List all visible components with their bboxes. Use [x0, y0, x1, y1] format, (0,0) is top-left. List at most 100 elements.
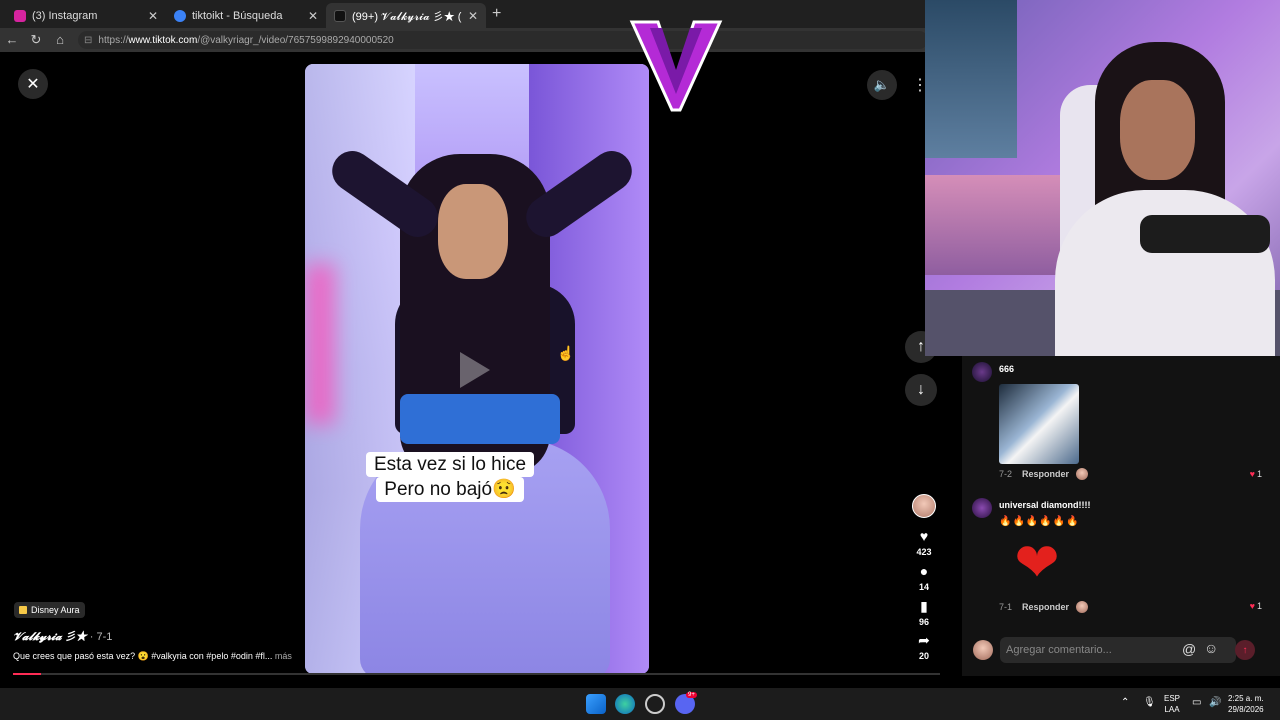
close-button[interactable]: ✕ [18, 69, 48, 99]
heart-icon: ♥ [919, 528, 929, 544]
share-count: 20 [918, 651, 929, 661]
author-name[interactable]: 𝓥𝓪𝓵𝓴𝔂𝓻𝓲𝓪 彡★ [13, 631, 87, 643]
caption-line-2: Pero no bajó😟 [376, 477, 524, 502]
reply-button[interactable]: Responder [1022, 469, 1069, 479]
video-caption: Esta vez si lo hice Pero no bajó😟 [359, 452, 541, 502]
tiktok-icon [334, 9, 346, 22]
video-figure [305, 143, 649, 304]
webcam-background [925, 0, 1017, 158]
send-button[interactable]: ↑ [1235, 640, 1255, 660]
post-date: · 7-1 [89, 631, 113, 643]
play-icon[interactable] [460, 352, 490, 388]
mouse-cursor-icon: ☝ [557, 345, 575, 361]
url-host: www.tiktok.com [128, 34, 198, 46]
obs-icon[interactable] [645, 694, 665, 714]
volume-icon[interactable]: 🔊 [1209, 697, 1221, 708]
home-icon[interactable]: ⌂ [52, 32, 68, 47]
close-icon: ✕ [26, 76, 40, 93]
save-button[interactable]: ▮ 96 [904, 598, 944, 627]
like-count: 423 [916, 547, 932, 557]
close-tab-icon[interactable]: ✕ [468, 9, 478, 23]
description-text: Que crees que pasó esta vez? 😮 #valkyria… [13, 651, 273, 661]
comment-like-count: 1 [1256, 469, 1262, 479]
comment-icon: ● [919, 563, 929, 579]
comment-button[interactable]: ● 14 [904, 563, 944, 592]
author-line: 𝓥𝓪𝓵𝓴𝔂𝓻𝓲𝓪 彡★ · 7-1 [13, 628, 112, 644]
speaker-icon: 🔈 [873, 77, 891, 92]
heart-icon: ♥ [1249, 469, 1255, 479]
tab-bing-search[interactable]: tiktoikt - Búsqueda ✕ [166, 3, 326, 28]
edge-browser-icon[interactable] [615, 694, 635, 714]
progress-fill [13, 673, 41, 675]
url-field[interactable]: ⊟ https:// www.tiktok.com /@valkyriagr_/… [78, 31, 928, 49]
new-tab-icon[interactable]: + [492, 5, 501, 23]
mention-icon[interactable]: @ [1182, 641, 1196, 657]
tab-label: (3) Instagram [32, 9, 98, 22]
comments-panel: 666 7-2 Responder ♥ 1 universal diamond!!… [962, 356, 1280, 676]
network-icon[interactable]: ▭ [1192, 697, 1201, 708]
windows-start-icon[interactable] [586, 694, 606, 714]
close-tab-icon[interactable]: ✕ [308, 9, 318, 23]
more-link[interactable]: más [275, 651, 292, 661]
keyboard-layout: LAA [1164, 705, 1180, 714]
close-tab-icon[interactable]: ✕ [148, 9, 158, 23]
language-indicator[interactable]: ESP LAA [1164, 693, 1180, 715]
url-prefix: https:// [98, 34, 129, 46]
comment-placeholder: Agregar comentario... [1006, 644, 1112, 656]
instagram-icon [14, 9, 26, 22]
tab-label: (99+) 𝓥𝓪𝓵𝓴𝔂𝓻𝓲𝓪 彡★ (@valkyriagr [352, 10, 462, 23]
tab-label: tiktoikt - Búsqueda [192, 9, 283, 22]
reload-icon[interactable]: ↻ [28, 32, 44, 48]
creator-avatar[interactable] [912, 494, 936, 518]
music-tag[interactable]: Disney Aura [14, 602, 85, 618]
comment-like-button[interactable]: ♥ 1 [1250, 601, 1262, 611]
comment-like-count: 1 [1256, 601, 1262, 611]
arrow-up-icon: ↑ [1242, 644, 1248, 656]
comment-user[interactable]: universal diamond!!!! [999, 500, 1091, 510]
like-button[interactable]: ♥ 423 [904, 528, 944, 557]
language-code: ESP [1164, 694, 1181, 703]
comment-date: 7-2 [999, 469, 1013, 479]
clock[interactable]: 2:25 a. m. 29/8/2026 [1228, 693, 1264, 715]
post-description: Que crees que pasó esta vez? 😮 #valkyria… [13, 651, 333, 662]
tab-instagram[interactable]: (3) Instagram ✕ [6, 3, 166, 28]
bookmark-icon: ▮ [920, 598, 928, 614]
comment-user[interactable]: 666 [999, 364, 1014, 374]
next-video-button[interactable]: ↓ [905, 374, 937, 406]
comment-meta: 7-2 Responder [999, 468, 1089, 480]
commenter-avatar[interactable] [972, 362, 992, 382]
heart-sticker-icon: ❤ [1014, 532, 1060, 593]
commenter-avatar[interactable] [972, 498, 992, 518]
webcam-background [925, 175, 1070, 275]
emoji-icon[interactable]: ☺ [1204, 640, 1218, 656]
tab-tiktok[interactable]: (99+) 𝓥𝓪𝓵𝓴𝔂𝓻𝓲𝓪 彡★ (@valkyriagr ✕ [326, 3, 486, 28]
chevron-up-icon[interactable]: ⌃ [1121, 697, 1129, 708]
comment-like-button[interactable]: ♥ 1 [1250, 469, 1262, 479]
share-icon: ➦ [918, 632, 930, 648]
microphone-icon[interactable]: 🎙 [1143, 697, 1156, 708]
creator-liked-avatar [1076, 601, 1089, 613]
share-button[interactable]: ➦ 20 [904, 632, 944, 661]
volume-button[interactable]: 🔈 [867, 70, 897, 100]
notification-badge: 9+ [686, 692, 697, 698]
clock-time: 2:25 a. m. [1228, 694, 1264, 703]
save-count: 96 [918, 617, 929, 627]
url-path: /@valkyriagr_/video/7657599892940000520 [197, 34, 394, 46]
comment-date: 7-1 [999, 602, 1013, 612]
back-icon[interactable]: ← [4, 32, 20, 47]
creator-liked-avatar [1076, 468, 1089, 480]
video-progress-bar[interactable] [13, 673, 940, 675]
arrow-down-icon: ↓ [917, 381, 925, 398]
comment-count: 14 [918, 582, 929, 592]
reply-button[interactable]: Responder [1022, 602, 1069, 612]
webcam-overlay [925, 0, 1280, 356]
clock-date: 29/8/2026 [1228, 705, 1264, 714]
lock-icon: ⊟ [84, 34, 93, 46]
comment-text: 🔥🔥🔥🔥🔥🔥 [999, 516, 1080, 527]
heart-icon: ♥ [1249, 601, 1255, 611]
logo-v-shape [629, 20, 723, 112]
comment-input[interactable]: Agregar comentario... [1000, 637, 1236, 663]
video-figure [400, 394, 560, 444]
comment-meta: 7-1 Responder [999, 601, 1089, 613]
windows-taskbar: 9+ ⌃ 🎙 ESP LAA ▭ 🔊 2:25 a. m. 29/8/2026 [0, 688, 1280, 720]
